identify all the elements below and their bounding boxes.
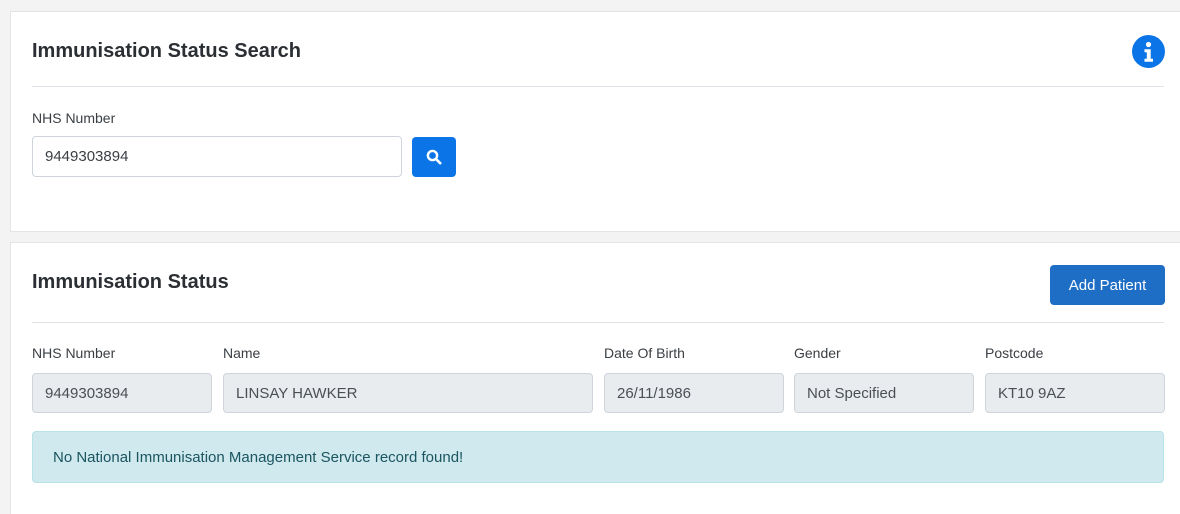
nhs-number-input[interactable] — [32, 136, 402, 177]
nhs-number-label: NHS Number — [32, 110, 116, 126]
date-of-birth-readonly-field: 26/11/1986 — [604, 373, 784, 413]
col-label-name: Name — [223, 345, 261, 361]
col-label-nhs-number: NHS Number — [32, 345, 116, 361]
info-icon[interactable] — [1132, 35, 1165, 68]
no-record-alert: No National Immunisation Management Serv… — [32, 431, 1164, 483]
search-icon — [426, 149, 442, 165]
col-label-gender: Gender — [794, 345, 841, 361]
no-record-alert-text: No National Immunisation Management Serv… — [53, 448, 464, 466]
immunisation-search-card: Immunisation Status Search NHS Number — [10, 11, 1180, 232]
status-card-divider — [32, 322, 1164, 323]
gender-readonly-field: Not Specified — [794, 373, 974, 413]
col-label-postcode: Postcode — [985, 345, 1044, 361]
search-card-divider — [32, 86, 1164, 87]
search-card-title: Immunisation Status Search — [32, 40, 301, 62]
add-patient-button[interactable]: Add Patient — [1050, 265, 1165, 305]
immunisation-status-card: Immunisation Status Add Patient NHS Numb… — [10, 242, 1180, 514]
info-icon-glyph — [1144, 41, 1153, 62]
name-readonly-field: LINSAY HAWKER — [223, 373, 593, 413]
search-button[interactable] — [412, 137, 456, 177]
status-card-title: Immunisation Status — [32, 271, 229, 293]
col-label-date-of-birth: Date Of Birth — [604, 345, 685, 361]
nhs-number-readonly-field: 9449303894 — [32, 373, 212, 413]
postcode-readonly-field: KT10 9AZ — [985, 373, 1165, 413]
